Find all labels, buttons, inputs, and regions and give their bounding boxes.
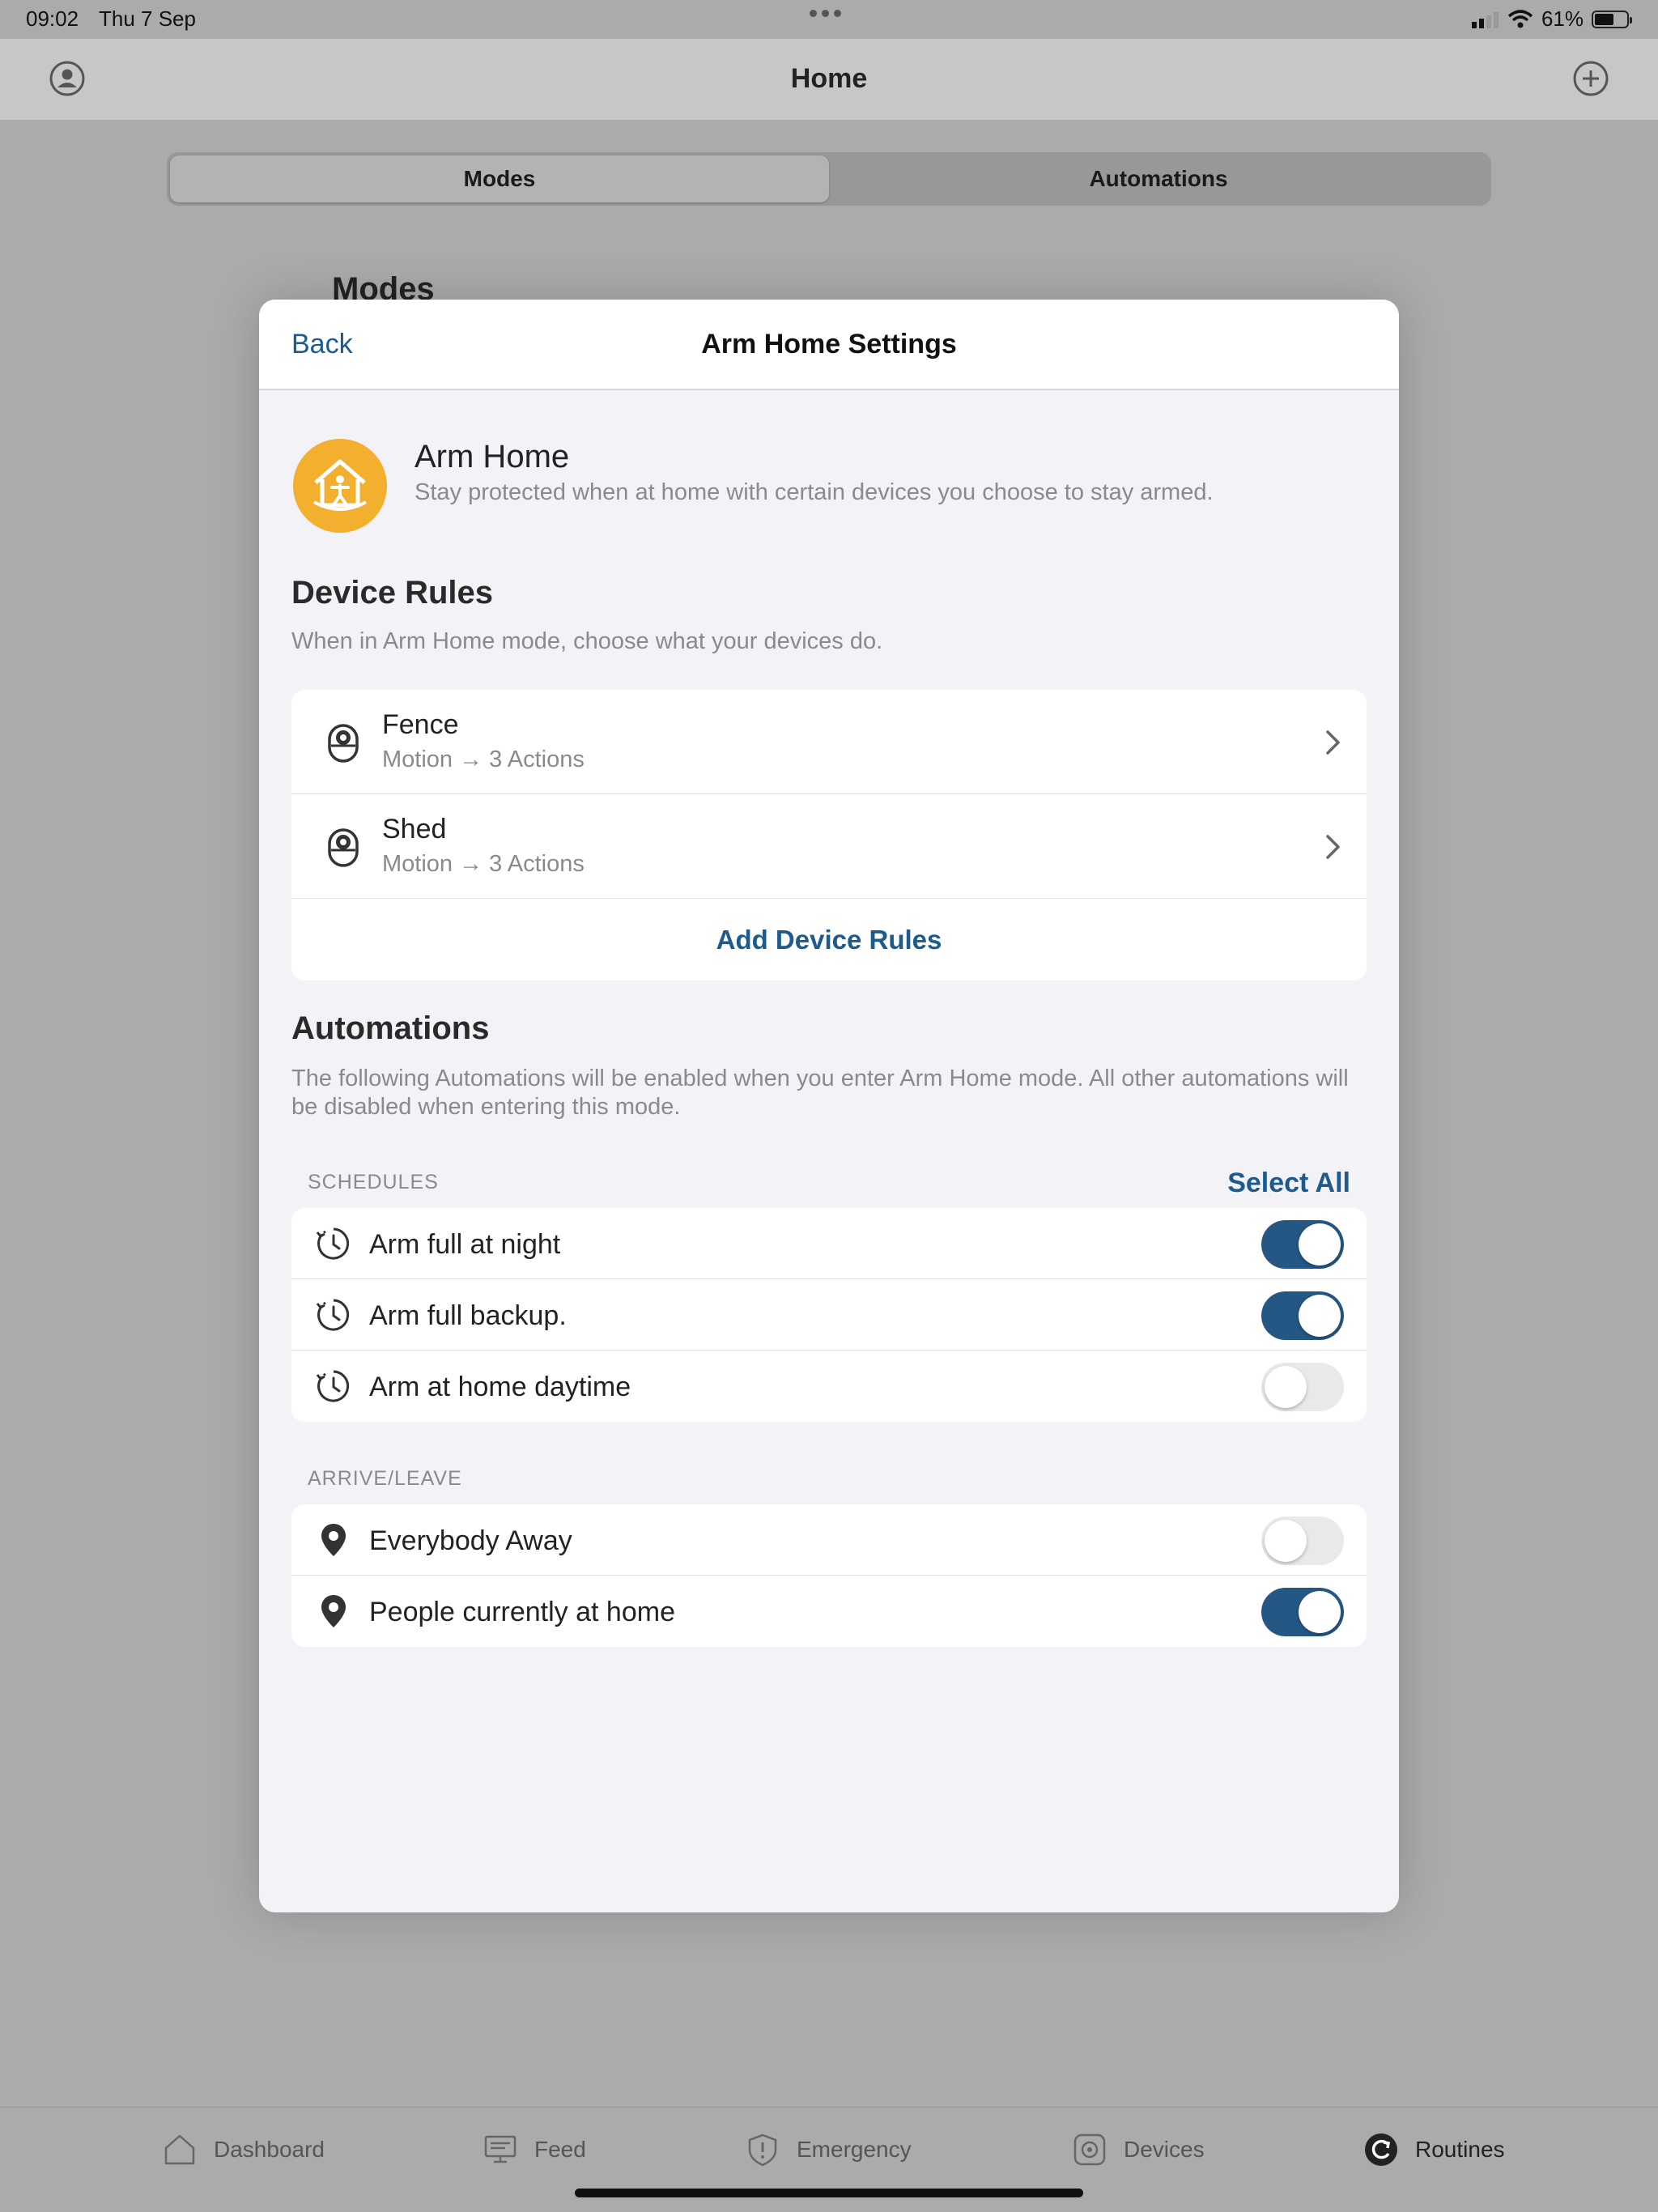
tab-dashboard[interactable]: Dashboard [162,2132,325,2167]
tab-label: Devices [1124,2137,1205,2162]
modal-header: Back Arm Home Settings [259,300,1399,390]
status-date: Thu 7 Sep [99,6,196,31]
schedule-label: Arm full at night [369,1229,561,1260]
status-bar: 09:02 Thu 7 Sep 61% [0,0,1658,39]
back-button[interactable]: Back [291,329,353,360]
monitor-icon [484,2135,517,2163]
add-device-rules-button[interactable]: Add Device Rules [291,899,1367,981]
camera-device-icon [328,724,359,763]
arrive-leave-card: Everybody Away People currently at home [291,1504,1367,1647]
device-rule-name: Shed [382,814,447,844]
location-pin-icon [321,1595,346,1627]
nav-title: Home [790,63,868,94]
arrive-leave-toggle[interactable] [1261,1588,1344,1636]
arm-home-settings-modal: Back Arm Home Settings Arm Home Stay pro… [259,300,1399,1912]
arrive-leave-label: Everybody Away [369,1525,572,1556]
schedules-group-label: SCHEDULES [308,1171,439,1193]
add-icon[interactable] [1572,60,1609,97]
schedule-label: Arm full backup. [369,1300,567,1331]
house-icon [164,2134,195,2165]
tab-label: Feed [534,2137,586,2162]
tab-label: Routines [1415,2137,1505,2162]
schedule-toggle[interactable] [1261,1291,1344,1340]
tab-label: Dashboard [214,2137,325,2162]
segment-automations[interactable]: Automations [829,155,1488,202]
schedule-toggle[interactable] [1261,1363,1344,1411]
arrive-leave-row: Everybody Away [291,1504,1367,1576]
device-rules-card: Fence Motion → 3 Actions Shed Motion → 3… [291,690,1367,981]
location-pin-icon [321,1524,346,1556]
home-indicator[interactable] [575,2189,1083,2197]
arrive-leave-row: People currently at home [291,1576,1367,1647]
device-rules-description: When in Arm Home mode, choose what your … [291,628,883,654]
schedules-card: Arm full at night Arm full backup. Arm a… [291,1208,1367,1422]
mode-description: Stay protected when at home with certain… [414,479,1214,505]
tab-label: Emergency [797,2137,912,2162]
tab-feed[interactable]: Feed [483,2132,586,2167]
routines-icon [1365,2133,1397,2166]
arrive-leave-label: People currently at home [369,1597,675,1627]
automations-title: Automations [291,1010,490,1046]
arrive-leave-group-label: ARRIVE/LEAVE [308,1467,462,1490]
battery-percent: 61% [1541,6,1584,31]
cellular-signal-icon [1471,11,1499,28]
device-rule-row[interactable]: Fence Motion → 3 Actions [291,690,1367,794]
tab-devices[interactable]: Devices [1072,2132,1205,2167]
camera-icon [1073,2133,1106,2166]
schedule-toggle[interactable] [1261,1220,1344,1269]
automations-description: The following Automations will be enable… [291,1066,1349,1120]
schedule-row: Arm full backup. [291,1279,1367,1351]
navigation-bar: Home [0,39,1658,120]
camera-device-icon [328,828,359,867]
modal-title: Arm Home Settings [701,329,957,359]
mode-name: Arm Home [414,439,570,474]
device-rule-name: Fence [382,709,459,740]
device-rules-title: Device Rules [291,575,494,610]
arrive-leave-toggle[interactable] [1261,1516,1344,1565]
wifi-icon [1507,9,1533,28]
status-time: 09:02 [26,6,79,31]
tab-emergency[interactable]: Emergency [745,2132,912,2167]
schedule-row: Arm full at night [291,1208,1367,1279]
select-all-button[interactable]: Select All [1227,1168,1350,1199]
device-rule-detail: Motion → 3 Actions [382,851,585,877]
arm-home-mode-icon [293,439,387,533]
multitasking-dots-icon[interactable] [810,10,841,17]
schedule-clock-icon [316,1299,350,1331]
chevron-right-icon [1326,835,1340,859]
modes-automations-segmented-control: Modes Automations [167,152,1491,206]
tab-routines[interactable]: Routines [1363,2132,1505,2167]
segment-modes[interactable]: Modes [170,155,829,202]
chevron-right-icon [1326,730,1340,755]
battery-icon [1592,10,1632,28]
device-rule-row[interactable]: Shed Motion → 3 Actions [291,794,1367,899]
schedule-clock-icon [316,1370,350,1402]
shield-icon [748,2133,777,2167]
status-indicators: 61% [1471,6,1632,32]
schedule-label: Arm at home daytime [369,1372,631,1402]
schedule-row: Arm at home daytime [291,1351,1367,1422]
device-rule-detail: Motion → 3 Actions [382,747,585,772]
schedule-clock-icon [316,1227,350,1260]
